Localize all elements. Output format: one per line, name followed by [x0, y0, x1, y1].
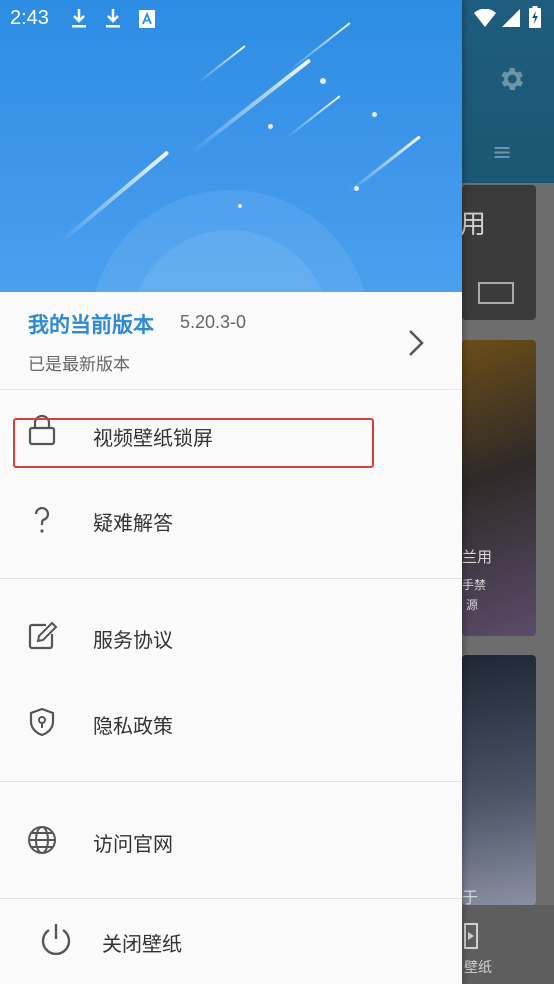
meteor [197, 45, 246, 84]
download-icon [106, 9, 120, 28]
power-icon [41, 924, 71, 956]
wallpaper-card [462, 655, 536, 905]
keyboard-a-icon [139, 10, 155, 28]
menu-item-service-agreement[interactable]: 服务协议 [0, 598, 462, 678]
star-dot [354, 186, 359, 191]
highlight-box [13, 418, 374, 468]
edit-document-icon [28, 621, 58, 650]
version-status: 已是最新版本 [28, 355, 130, 375]
star-dot [372, 112, 377, 117]
shield-icon [29, 707, 55, 737]
version-title: 我的当前版本 [28, 313, 154, 337]
menu-item-official-website[interactable]: 访问官网 [0, 800, 462, 880]
menu-label: 服务协议 [93, 628, 173, 652]
menu-icon: ≡ [492, 138, 513, 166]
drawer-header-image [0, 0, 462, 292]
wallpaper-nav-icon [464, 923, 478, 949]
card-text: 手禁 [462, 578, 487, 592]
divider [0, 578, 462, 579]
menu-label: 疑难解答 [93, 511, 173, 535]
star-dot [238, 204, 242, 208]
star-dot [268, 124, 273, 129]
menu-item-faq[interactable]: 疑难解答 [0, 482, 462, 562]
navigation-drawer: 我的当前版本 5.20.3-0 已是最新版本 视频壁纸锁屏 疑难解答 服务协议 [0, 0, 462, 984]
menu-label: 访问官网 [93, 832, 173, 856]
wifi-icon [474, 9, 496, 27]
meteor [284, 95, 341, 140]
chevron-right-icon[interactable] [402, 328, 428, 358]
menu-item-privacy-policy[interactable]: 隐私政策 [0, 684, 462, 764]
version-number: 5.20.3-0 [180, 312, 247, 332]
signal-icon [502, 9, 520, 27]
settings-icon [501, 68, 524, 90]
bottom-nav: 壁纸 [462, 905, 554, 984]
menu-label: 隐私政策 [93, 714, 173, 738]
star-dot [320, 78, 326, 84]
status-bar: 2:43 [0, 0, 554, 38]
menu-item-close-wallpaper[interactable]: 关闭壁纸 [0, 902, 462, 982]
divider [0, 781, 462, 782]
card-text: 兰用 [462, 548, 493, 566]
card-text: 用 [460, 210, 487, 240]
divider [0, 898, 462, 899]
nav-label: 壁纸 [464, 960, 492, 976]
globe-icon [28, 826, 56, 854]
battery-charging-icon [529, 6, 541, 28]
version-info[interactable] [0, 292, 462, 390]
menu-label: 关闭壁纸 [102, 932, 182, 956]
status-time: 2:43 [10, 7, 49, 29]
question-icon [34, 507, 50, 533]
download-icon [72, 9, 86, 28]
mail-icon [478, 282, 514, 304]
meteor [348, 135, 421, 194]
card-text: 源 [466, 598, 479, 612]
